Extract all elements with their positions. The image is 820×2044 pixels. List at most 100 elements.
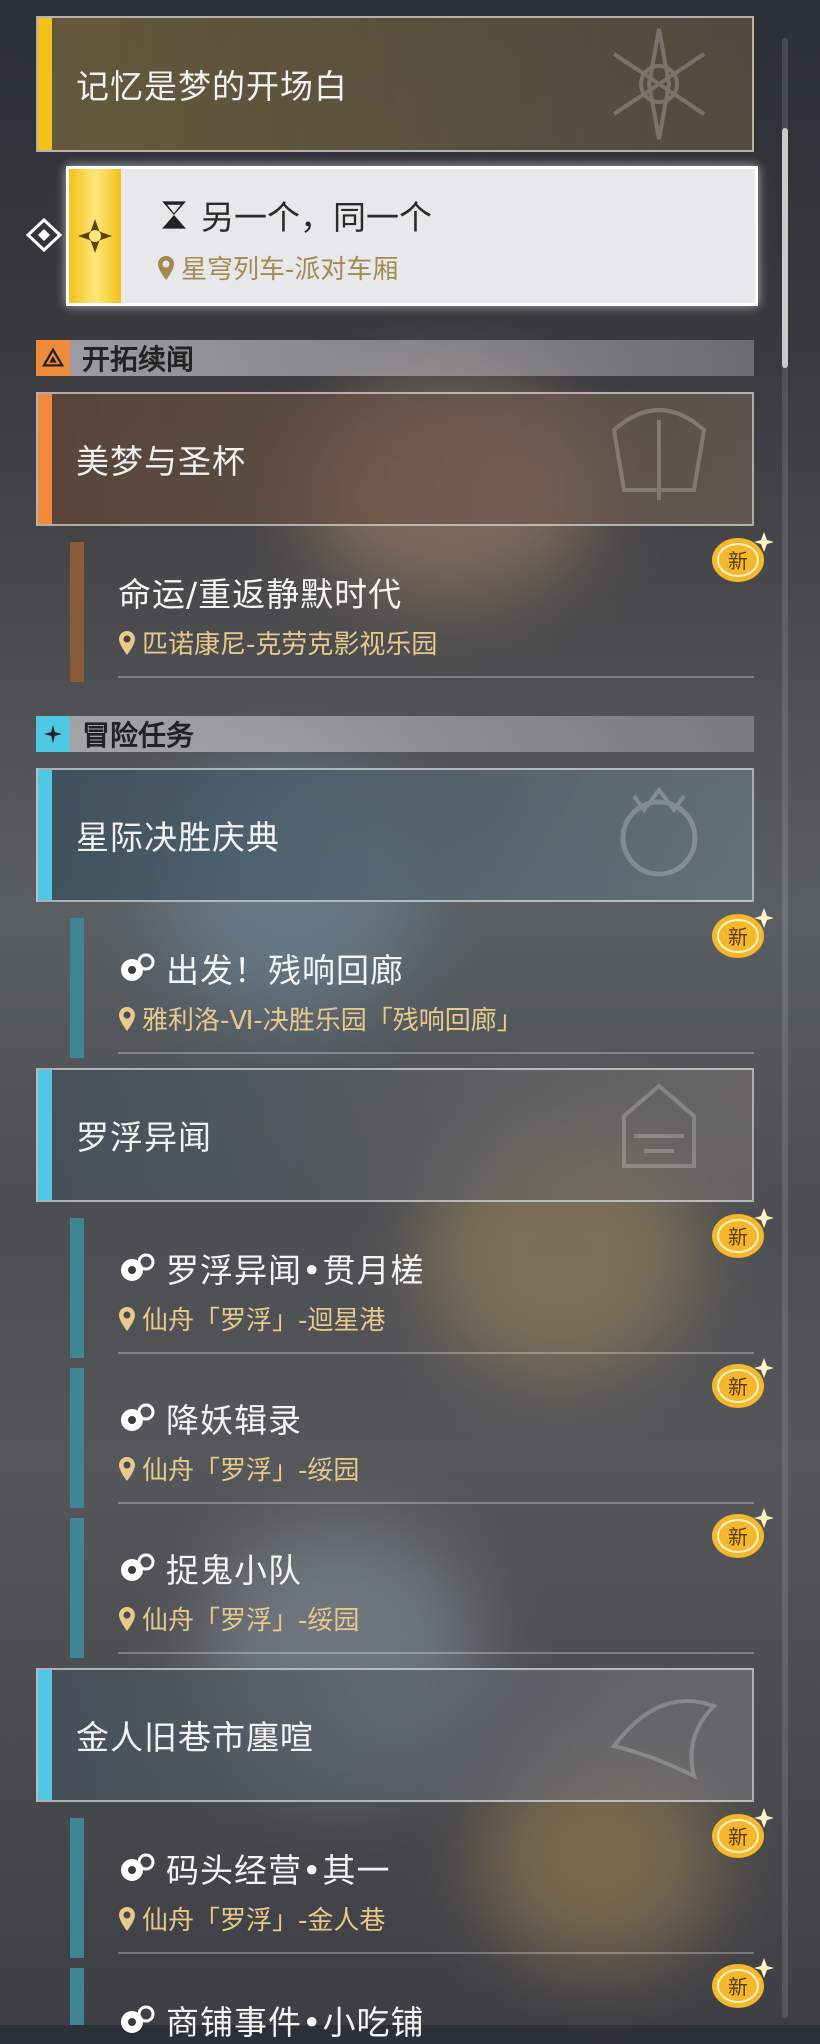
quest-bar: [70, 1368, 84, 1508]
emblem-icon: [612, 28, 706, 140]
section-label: 开拓续闻: [82, 343, 195, 376]
trailblaze-icon: [36, 340, 70, 376]
quest-location-row: 仙舟「罗浮」-绥园: [118, 1600, 359, 1637]
quest-location-row: 雅利洛-Ⅵ-决胜乐园「残响回廊」: [118, 1000, 523, 1037]
location-pin-icon: [119, 1606, 135, 1631]
location-pin-icon: [119, 630, 135, 655]
quest-name: 降妖辑录: [166, 1401, 302, 1440]
quest-divider: [118, 1652, 754, 1654]
selected-quest-name-row: 另一个，同一个: [157, 191, 432, 239]
quest-name: 捉鬼小队: [166, 1551, 302, 1590]
chapter-title: 美梦与圣杯: [76, 442, 246, 481]
new-badge: 新: [712, 1208, 774, 1258]
location-pin-icon: [119, 1456, 135, 1481]
selected-quest-name: 另一个，同一个: [201, 198, 432, 237]
quest-divider: [118, 676, 754, 678]
new-badge: 新: [712, 1958, 774, 2008]
chapter-accent-bar: [38, 1070, 52, 1200]
quest-location: 雅利洛-Ⅵ-决胜乐园「残响回廊」: [142, 1006, 523, 1036]
emblem-icon: [610, 1699, 718, 1780]
quest-name-row: 码头经营•其一: [118, 1844, 390, 1892]
quest-location: 仙舟「罗浮」-绥园: [142, 1456, 360, 1486]
quest-name: 商铺事件•小吃铺: [166, 2003, 425, 2042]
quest-bar: [70, 1518, 84, 1658]
quest-location-row: 仙舟「罗浮」-迴星港: [118, 1300, 385, 1337]
section-header-trailblaze: 开拓续闻: [36, 340, 754, 376]
quest-item[interactable]: 降妖辑录 仙舟「罗浮」-绥园 新: [70, 1358, 774, 1508]
chapter-accent-bar: [38, 18, 52, 150]
scrollbar-thumb[interactable]: [782, 128, 788, 368]
chapter-accent-bar: [38, 1670, 52, 1800]
new-badge-text: 新: [728, 1825, 748, 1849]
new-badge-text: 新: [728, 1975, 748, 1999]
new-badge-text: 新: [728, 1525, 748, 1549]
chapter-header[interactable]: 星际决胜庆典: [36, 768, 754, 902]
quest-divider: [118, 1952, 754, 1954]
chapter-header[interactable]: 记忆是梦的开场白: [36, 16, 754, 152]
emblem-icon: [620, 786, 698, 877]
quest-item[interactable]: 捉鬼小队 仙舟「罗浮」-绥园 新: [70, 1508, 774, 1658]
quest-location: 仙舟「罗浮」-绥园: [142, 1606, 360, 1636]
chapter-title: 记忆是梦的开场白: [76, 67, 348, 106]
adventure-icon: [36, 716, 70, 752]
chapter-header[interactable]: 金人旧巷市廛喧: [36, 1668, 754, 1802]
quest-bar: [70, 1818, 84, 1958]
location-pin-icon: [119, 1006, 135, 1031]
adventure-quest-icon: [121, 1253, 155, 1281]
new-badge: 新: [712, 908, 774, 958]
quest-item[interactable]: 命运/重返静默时代 匹诺康尼-克劳克影视乐园 新: [70, 532, 774, 682]
quest-bar: [70, 918, 84, 1058]
quest-name-row: 降妖辑录: [118, 1394, 302, 1442]
quest-location: 仙舟「罗浮」-迴星港: [142, 1306, 386, 1336]
quest-name: 罗浮异闻•贯月槎: [166, 1251, 425, 1290]
chapter-accent-bar: [38, 770, 52, 900]
section-label: 冒险任务: [82, 719, 195, 752]
quest-item[interactable]: 商铺事件•小吃铺 新: [70, 1958, 774, 2042]
new-badge-text: 新: [728, 1225, 748, 1249]
quest-location: 匹诺康尼-克劳克影视乐园: [142, 630, 438, 660]
quest-location-row: 仙舟「罗浮」-金人巷: [118, 1900, 385, 1937]
new-badge: 新: [712, 1508, 774, 1558]
quest-divider: [118, 1052, 754, 1054]
quest-divider: [118, 1352, 754, 1354]
chapter-accent-bar: [38, 394, 52, 524]
quest-item[interactable]: 罗浮异闻•贯月槎 仙舟「罗浮」-迴星港 新: [70, 1208, 774, 1358]
quest-name-row: 商铺事件•小吃铺: [118, 1996, 424, 2044]
selected-quest-location-row: 星穹列车-派对车厢: [157, 249, 398, 286]
emblem-icon: [622, 1083, 696, 1168]
chapter-title: 罗浮异闻: [76, 1118, 212, 1157]
chapter-header[interactable]: 罗浮异闻: [36, 1068, 754, 1202]
adventure-quest-icon: [121, 1403, 155, 1431]
quest-location: 仙舟「罗浮」-金人巷: [142, 1906, 386, 1936]
adventure-quest-icon: [121, 953, 155, 981]
quest-name-row: 捉鬼小队: [118, 1544, 302, 1592]
quest-item[interactable]: 码头经营•其一 仙舟「罗浮」-金人巷 新: [70, 1808, 774, 1958]
quest-bar: [70, 1218, 84, 1358]
quest-bar: [70, 542, 84, 682]
chapter-title: 星际决胜庆典: [76, 818, 280, 857]
new-badge: 新: [712, 1358, 774, 1408]
new-badge: 新: [712, 532, 774, 582]
quest-name: 码头经营•其一: [166, 1851, 391, 1890]
hourglass-icon: [162, 201, 186, 229]
quest-name-row: 罗浮异闻•贯月槎: [118, 1244, 424, 1292]
new-badge-text: 新: [728, 925, 748, 949]
new-badge-text: 新: [728, 1375, 748, 1399]
quest-location-row: 仙舟「罗浮」-绥园: [118, 1450, 359, 1487]
selected-quest-location: 星穹列车-派对车厢: [181, 255, 399, 285]
quest-item-selected[interactable]: 另一个，同一个 星穹列车-派对车厢: [66, 166, 758, 306]
adventure-quest-icon: [121, 1853, 155, 1881]
selection-pointer-icon: [26, 218, 63, 252]
quest-name-row: 出发！残响回廊: [118, 944, 404, 992]
adventure-quest-icon: [121, 1553, 155, 1581]
location-pin-icon: [119, 1306, 135, 1331]
new-badge-text: 新: [728, 549, 748, 573]
section-header-adventure: 冒险任务: [36, 716, 754, 752]
location-pin-icon: [119, 1906, 135, 1931]
chapter-title: 金人旧巷市廛喧: [76, 1718, 314, 1757]
quest-item[interactable]: 出发！残响回廊 雅利洛-Ⅵ-决胜乐园「残响回廊」 新: [70, 908, 774, 1058]
quest-location-row: 匹诺康尼-克劳克影视乐园: [118, 624, 437, 661]
chapter-header[interactable]: 美梦与圣杯: [36, 392, 754, 526]
emblem-icon: [611, 408, 707, 500]
location-pin-icon: [158, 255, 174, 280]
